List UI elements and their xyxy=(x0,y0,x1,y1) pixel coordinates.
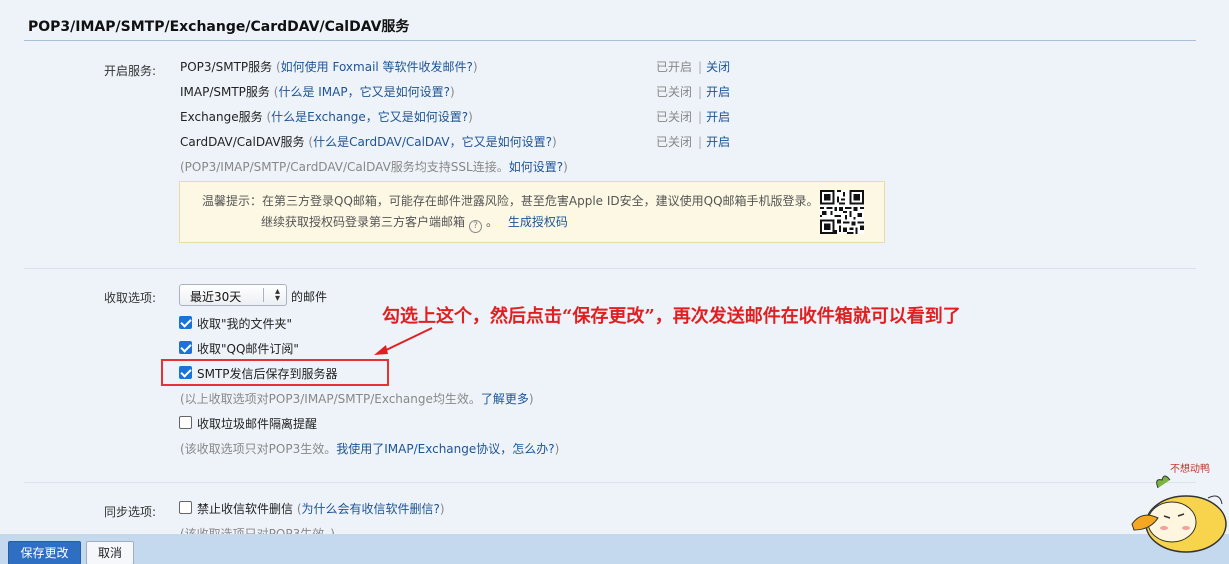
receive-note-paren: ) xyxy=(528,392,534,406)
ssl-note-text: (POP3/IMAP/SMTP/CardDAV/CalDAV服务均支持SSL连接… xyxy=(180,160,509,174)
no-delete-checkbox[interactable] xyxy=(179,501,192,514)
status-text: 已关闭 xyxy=(656,135,693,149)
service-status-imap: 已关闭 | 开启 xyxy=(656,83,730,100)
highlight-box xyxy=(161,359,389,386)
service-status-pop3: 已开启 | 关闭 xyxy=(656,58,730,75)
tip-period: 。 xyxy=(486,215,499,229)
spin-arrows-icon: ▴ ▾ xyxy=(274,286,280,304)
open-services-label: 开启服务: xyxy=(104,64,157,78)
service-name: CardDAV/CalDAV服务 xyxy=(180,135,305,149)
section-divider xyxy=(24,482,1196,483)
receive-range-select[interactable]: 最近30天 ▴ ▾ xyxy=(179,284,287,306)
pop3-help-link[interactable]: 如何使用 Foxmail 等软件收发邮件? xyxy=(281,60,473,74)
my-folders-label: 收取"我的文件夹" xyxy=(197,317,293,331)
imap-help-link[interactable]: 什么是 IMAP，它又是如何设置? xyxy=(278,85,450,99)
exchange-help-link[interactable]: 什么是Exchange，它又是如何设置? xyxy=(271,110,468,124)
imap-toggle-link[interactable]: 开启 xyxy=(706,85,730,99)
cancel-button[interactable]: 取消 xyxy=(86,541,134,564)
help-paren: ) xyxy=(472,60,478,74)
receive-note-text: (以上收取选项对POP3/IMAP/SMTP/Exchange均生效。 xyxy=(180,392,481,406)
tip-line2: 继续获取授权码登录第三方客户端邮箱?。 生成授权码 xyxy=(261,213,568,233)
my-folders-checkbox[interactable] xyxy=(179,316,192,329)
page-title: POP3/IMAP/SMTP/Exchange/CardDAV/CalDAV服务 xyxy=(28,19,410,35)
why-delete-link[interactable]: 为什么会有收信软件删信? xyxy=(302,502,440,516)
section-divider xyxy=(24,268,1196,269)
qr-code-icon xyxy=(820,190,864,234)
red-arrow-icon xyxy=(374,327,433,355)
qq-subscribe-label: 收取"QQ邮件订阅" xyxy=(197,342,299,356)
help-paren: ) xyxy=(449,85,455,99)
service-status-exchange: 已关闭 | 开启 xyxy=(656,108,730,125)
security-tip-box: 温馨提示：在第三方登录QQ邮箱，可能存在邮件泄露风险，甚至危害Apple ID安… xyxy=(179,181,885,243)
title-divider xyxy=(24,40,1196,41)
receive-options-label: 收取选项: xyxy=(104,291,157,305)
status-text: 已关闭 xyxy=(656,110,693,124)
footer-bar xyxy=(0,534,1229,564)
status-separator: | xyxy=(698,85,703,99)
receive-note-2: (该收取选项只对POP3生效。我使用了IMAP/Exchange协议，怎么办?) xyxy=(180,440,559,457)
service-name: POP3/SMTP服务 xyxy=(180,60,273,74)
status-text: 已关闭 xyxy=(656,85,693,99)
status-separator: | xyxy=(698,135,703,149)
ssl-note: (POP3/IMAP/SMTP/CardDAV/CalDAV服务均支持SSL连接… xyxy=(180,158,568,175)
help-paren: ) xyxy=(439,502,445,516)
select-suffix: 的邮件 xyxy=(291,290,328,304)
learn-more-link[interactable]: 了解更多 xyxy=(481,392,529,406)
spam-reminder-label: 收取垃圾邮件隔离提醒 xyxy=(197,417,318,431)
save-changes-button[interactable]: 保存更改 xyxy=(8,541,81,564)
sticker-text: 不想动鸭 xyxy=(1170,462,1210,475)
status-text: 已开启 xyxy=(656,60,693,74)
qq-subscribe-checkbox[interactable] xyxy=(179,341,192,354)
select-separator xyxy=(263,288,264,302)
carddav-help-link[interactable]: 什么是CardDAV/CalDAV，它又是如何设置? xyxy=(313,135,552,149)
ssl-note-paren: ) xyxy=(563,160,568,174)
exchange-toggle-link[interactable]: 开启 xyxy=(706,110,730,124)
no-delete-label: 禁止收信软件删信 xyxy=(197,502,294,516)
no-delete-row: 禁止收信软件删信 (为什么会有收信软件删信?) xyxy=(197,500,445,517)
service-row-imap: IMAP/SMTP服务 (什么是 IMAP，它又是如何设置?) xyxy=(180,83,455,100)
spam-reminder-checkbox[interactable] xyxy=(179,416,192,429)
service-row-pop3: POP3/SMTP服务 (如何使用 Foxmail 等软件收发邮件?) xyxy=(180,58,478,75)
receive-note-paren: ) xyxy=(554,442,560,456)
receive-note-text: (该收取选项只对POP3生效。 xyxy=(180,442,337,456)
help-paren: ) xyxy=(551,135,557,149)
help-paren: ) xyxy=(468,110,473,124)
select-value: 最近30天 xyxy=(190,290,242,304)
service-name: IMAP/SMTP服务 xyxy=(180,85,270,99)
service-row-exchange: Exchange服务 (什么是Exchange，它又是如何设置?) xyxy=(180,108,473,125)
pop3-toggle-link[interactable]: 关闭 xyxy=(706,60,730,74)
imap-exchange-help-link[interactable]: 我使用了IMAP/Exchange协议，怎么办? xyxy=(336,442,554,456)
tip-text-2: 继续获取授权码登录第三方客户端邮箱 xyxy=(261,215,466,229)
carddav-toggle-link[interactable]: 开启 xyxy=(706,135,730,149)
status-separator: | xyxy=(698,60,703,74)
service-name: Exchange服务 xyxy=(180,110,263,124)
service-status-carddav: 已关闭 | 开启 xyxy=(656,133,730,150)
receive-note-1: (以上收取选项对POP3/IMAP/SMTP/Exchange均生效。了解更多) xyxy=(180,390,534,407)
question-icon[interactable]: ? xyxy=(469,220,483,233)
duck-sticker-icon: 不想动鸭 xyxy=(1131,462,1227,553)
ssl-howto-link[interactable]: 如何设置? xyxy=(509,160,563,174)
service-row-carddav: CardDAV/CalDAV服务 (什么是CardDAV/CalDAV，它又是如… xyxy=(180,133,557,150)
sync-options-label: 同步选项: xyxy=(104,505,157,519)
status-separator: | xyxy=(698,110,703,124)
generate-auth-code-link[interactable]: 生成授权码 xyxy=(508,215,568,229)
red-annotation-text: 勾选上这个，然后点击“保存更改”，再次发送邮件在收件箱就可以看到了 xyxy=(382,306,961,327)
tip-text: 温馨提示：在第三方登录QQ邮箱，可能存在邮件泄露风险，甚至危害Apple ID安… xyxy=(202,194,819,208)
